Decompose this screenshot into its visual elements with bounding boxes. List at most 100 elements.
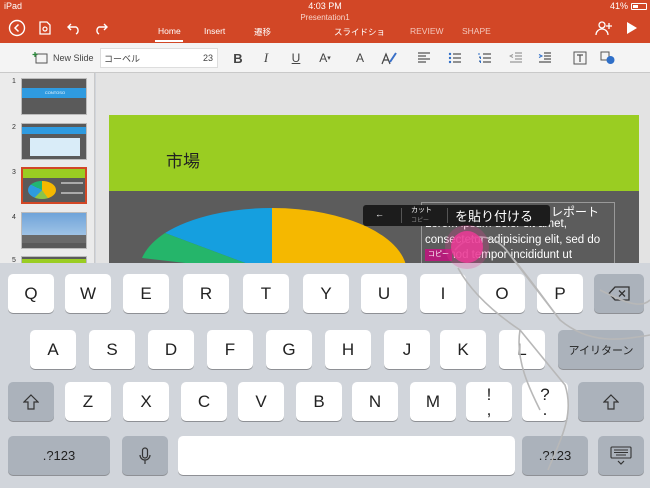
- slide-canvas[interactable]: 市場 レポート Lorem ipsum dolor sit amet, cons…: [96, 73, 650, 275]
- slide-number: 1: [12, 78, 16, 85]
- menu-item-cut[interactable]: カット: [411, 205, 432, 215]
- key-d[interactable]: D: [148, 330, 194, 369]
- play-icon[interactable]: [622, 12, 642, 43]
- home-toolbar: New Slide コーベル 23 B I U A ▾ A: [0, 43, 650, 73]
- key-b[interactable]: B: [296, 382, 342, 421]
- current-slide[interactable]: 市場 レポート Lorem ipsum dolor sit amet, cons…: [109, 115, 639, 275]
- font-effects-button[interactable]: A ▾: [314, 48, 336, 68]
- font-color-button[interactable]: A: [350, 48, 370, 68]
- key-label: .: [542, 399, 548, 419]
- slide-title[interactable]: 市場: [166, 147, 200, 172]
- new-slide-label: New Slide: [53, 53, 94, 63]
- file-menu-icon[interactable]: [34, 12, 56, 43]
- font-name-field[interactable]: コーベル 23: [100, 48, 218, 68]
- backspace-icon: [608, 286, 630, 301]
- tab-shape[interactable]: SHAPE: [462, 26, 491, 36]
- copy-tag: コピー: [425, 249, 452, 261]
- keyboard-hide-icon: [610, 445, 632, 465]
- slide-thumbnail-5[interactable]: [21, 256, 87, 263]
- space-key[interactable]: [178, 436, 515, 475]
- microphone-icon: [139, 446, 151, 464]
- slide-thumbnails-panel[interactable]: 1 CONTOSO 2 3 4 5: [0, 73, 95, 264]
- bold-button[interactable]: B: [228, 48, 248, 68]
- shift-key-right[interactable]: [578, 382, 644, 421]
- slide-thumbnail-1[interactable]: CONTOSO: [21, 78, 87, 115]
- tab-home[interactable]: Home: [158, 26, 181, 36]
- slide-thumbnail-3[interactable]: [21, 167, 87, 204]
- slide-number: 3: [12, 169, 16, 176]
- body-line: consectetur adipisicing elit, sed do: [425, 233, 601, 246]
- shift-icon: [603, 393, 619, 410]
- key-x[interactable]: X: [123, 382, 169, 421]
- redo-icon[interactable]: [90, 12, 112, 43]
- key-r[interactable]: R: [183, 274, 229, 313]
- numbering-icon[interactable]: [475, 48, 495, 68]
- key-p[interactable]: P: [537, 274, 583, 313]
- decrease-indent-icon[interactable]: [506, 48, 526, 68]
- key-i[interactable]: I: [420, 274, 466, 313]
- hide-keyboard-key[interactable]: [598, 436, 644, 475]
- key-exclaim-comma[interactable]: ! ,: [466, 382, 512, 421]
- align-left-icon[interactable]: [414, 48, 434, 68]
- slide-number: 4: [12, 214, 16, 221]
- key-label: ,: [486, 399, 492, 419]
- clock: 4:03 PM: [308, 1, 342, 11]
- backspace-key[interactable]: [594, 274, 644, 313]
- key-k[interactable]: K: [440, 330, 486, 369]
- key-e[interactable]: E: [123, 274, 169, 313]
- key-s[interactable]: S: [89, 330, 135, 369]
- key-v[interactable]: V: [238, 382, 284, 421]
- shift-key-left[interactable]: [8, 382, 54, 421]
- key-question-period[interactable]: ? .: [522, 382, 568, 421]
- share-user-icon[interactable]: [593, 12, 615, 43]
- key-a[interactable]: A: [30, 330, 76, 369]
- key-f[interactable]: F: [207, 330, 253, 369]
- back-icon[interactable]: [6, 12, 28, 43]
- numbers-key-right[interactable]: .?123: [522, 436, 588, 475]
- key-j[interactable]: J: [384, 330, 430, 369]
- key-y[interactable]: Y: [303, 274, 349, 313]
- on-screen-keyboard: Q W E R T Y U I O P A S D F G H J K L アイ…: [0, 263, 650, 488]
- key-c[interactable]: C: [181, 382, 227, 421]
- title-banner: 市場: [109, 115, 639, 191]
- underline-button[interactable]: U: [286, 48, 306, 68]
- battery-percent: 41%: [609, 1, 628, 11]
- textbox-icon[interactable]: [570, 48, 590, 68]
- dictation-key[interactable]: [122, 436, 168, 475]
- tab-insert[interactable]: Insert: [204, 26, 225, 36]
- key-z[interactable]: Z: [65, 382, 111, 421]
- menu-item-back[interactable]: ←: [375, 209, 384, 219]
- increase-indent-icon[interactable]: [535, 48, 555, 68]
- ribbon: Presentation1 Home Insert 遷移 スライドショ REVI…: [0, 12, 650, 43]
- menu-item-paste[interactable]: を貼り付ける: [455, 206, 533, 225]
- key-n[interactable]: N: [352, 382, 398, 421]
- slide-thumbnail-2[interactable]: [21, 123, 87, 160]
- italic-button[interactable]: I: [256, 48, 276, 68]
- key-t[interactable]: T: [243, 274, 289, 313]
- slide-number: 2: [12, 124, 16, 131]
- menu-item-copy[interactable]: コピー: [411, 215, 429, 224]
- highlight-icon[interactable]: [378, 48, 400, 68]
- tab-transitions[interactable]: 遷移: [254, 26, 271, 38]
- numbers-key-left[interactable]: .?123: [8, 436, 110, 475]
- new-slide-button[interactable]: New Slide: [32, 48, 96, 68]
- font-size-value[interactable]: 23: [203, 53, 213, 63]
- tab-review[interactable]: REVIEW: [410, 26, 444, 36]
- tab-slideshow[interactable]: スライドショ: [334, 26, 385, 38]
- bullets-icon[interactable]: [445, 48, 465, 68]
- key-m[interactable]: M: [410, 382, 456, 421]
- key-u[interactable]: U: [361, 274, 407, 313]
- font-name-value: コーベル: [104, 53, 141, 64]
- shapes-icon[interactable]: [598, 48, 618, 68]
- key-o[interactable]: O: [479, 274, 525, 313]
- status-bar: iPad 4:03 PM 41%: [0, 0, 650, 12]
- key-q[interactable]: Q: [8, 274, 54, 313]
- key-h[interactable]: H: [325, 330, 371, 369]
- undo-icon[interactable]: [63, 12, 85, 43]
- slide-thumbnail-4[interactable]: [21, 212, 87, 249]
- context-menu: ← カット コピー を貼り付ける: [363, 205, 550, 226]
- return-key[interactable]: アイリターン: [558, 330, 644, 369]
- key-g[interactable]: G: [266, 330, 312, 369]
- key-w[interactable]: W: [65, 274, 111, 313]
- key-l[interactable]: L: [499, 330, 545, 369]
